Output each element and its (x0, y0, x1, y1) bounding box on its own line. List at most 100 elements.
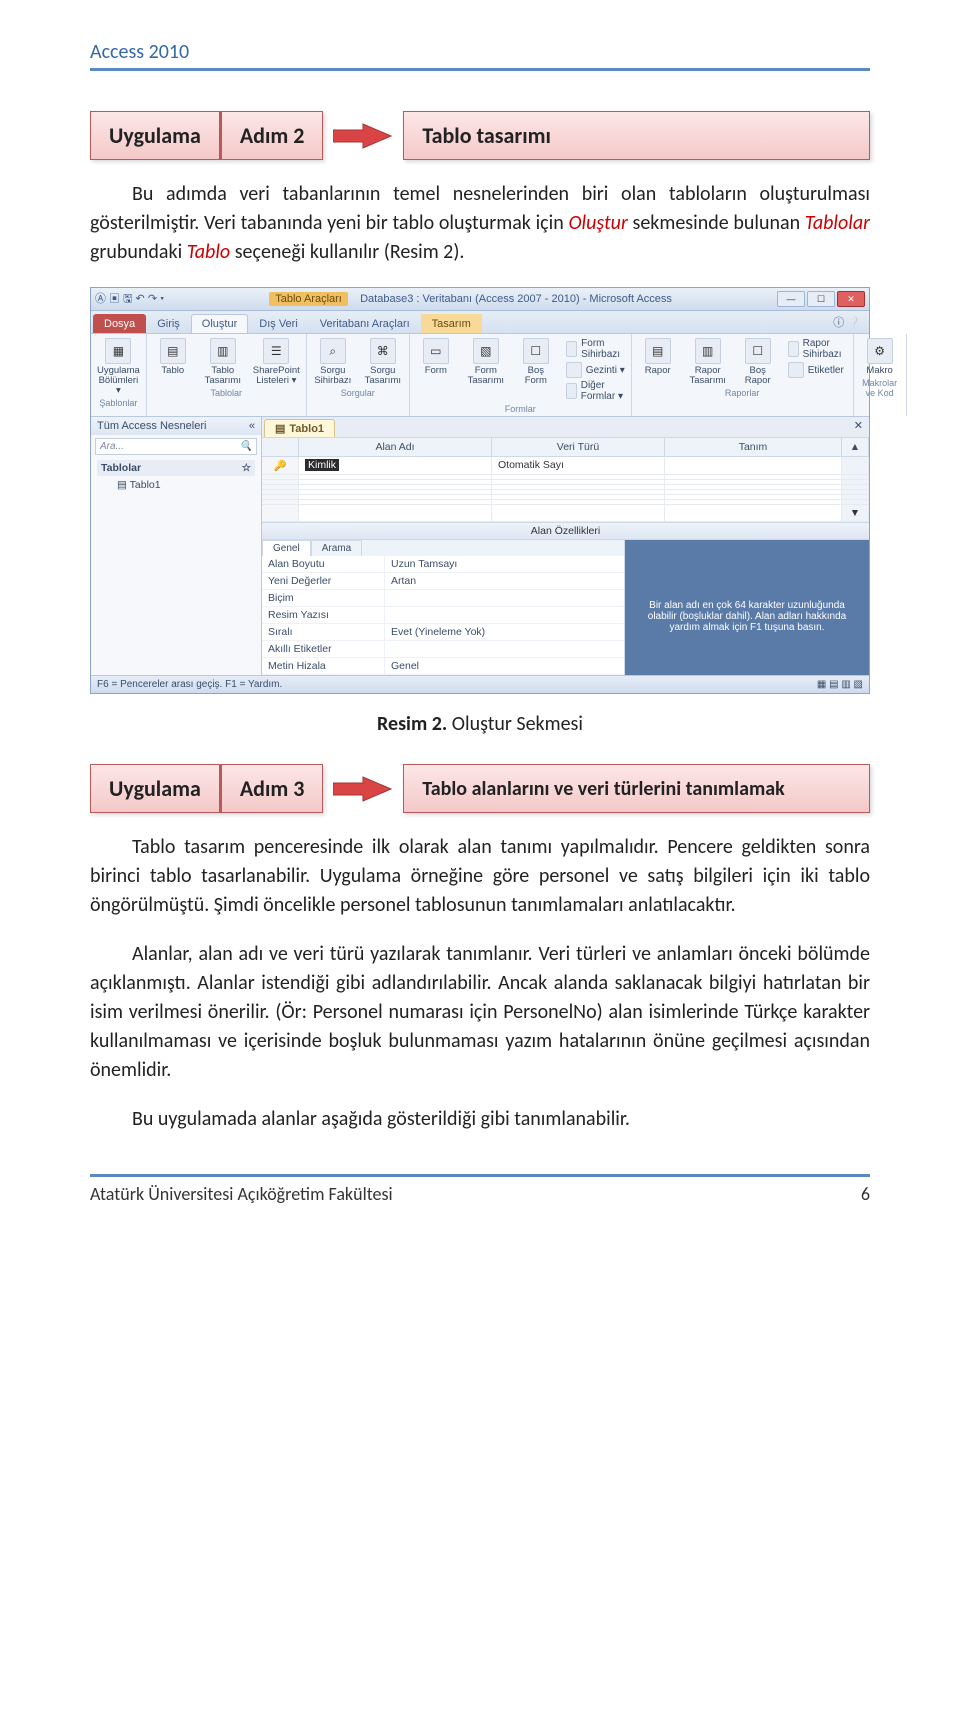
fp-row[interactable]: Resim Yazısı (262, 607, 624, 624)
field-properties-header: Alan Özellikleri (262, 522, 869, 540)
help-icon[interactable]: ⓘ ❔ (825, 311, 869, 333)
tab-design[interactable]: Tasarım (421, 314, 482, 333)
access-window: Ⓐ ▣ 🖫 ↶ ↷ ▾ Tablo Araçları Database3 : V… (90, 287, 870, 694)
scroll-up-icon[interactable]: ▲ (842, 438, 869, 456)
fp-row[interactable]: Alan BoyutuUzun Tamsayı (262, 556, 624, 573)
group-macros-caption: Makrolar ve Kod (860, 378, 900, 398)
tab-home[interactable]: Giriş (146, 314, 191, 333)
para1-text-c: grubundaki (90, 240, 187, 264)
view-switcher-icons[interactable]: ▦ ▤ ▥ ▧ (817, 679, 863, 690)
form-wizard-button[interactable]: Form Sihirbazı (566, 338, 625, 360)
group-macros: ⚙Makro Makrolar ve Kod (854, 334, 907, 416)
context-tab-group: Tablo Araçları (269, 292, 348, 306)
content-area: Tüm Access Nesneleri« Ara...🔍 Tablolar☆ … (91, 417, 869, 675)
arrow-icon (323, 111, 403, 160)
report-button[interactable]: ▤Rapor (638, 338, 678, 386)
field-name-value[interactable]: Kimlik (305, 459, 339, 471)
paragraph-1: Bu adımda veri tabanlarının temel nesnel… (90, 180, 870, 267)
fp-row[interactable]: Biçim (262, 590, 624, 607)
paragraph-3: Alanlar, alan adı ve veri türü yazılarak… (90, 940, 870, 1085)
paragraph-4: Bu uygulamada alanlar aşağıda gösterildi… (90, 1105, 870, 1134)
sharepoint-lists-button[interactable]: ☰SharePoint Listeleri ▾ (253, 338, 300, 386)
qat-icons[interactable]: Ⓐ ▣ 🖫 ↶ ↷ ▾ (95, 290, 164, 309)
status-bar: F6 = Pencereler arası geçiş. F1 = Yardım… (91, 675, 869, 693)
nav-group-tables[interactable]: Tablolar☆ (97, 460, 255, 476)
navigation-pane: Tüm Access Nesneleri« Ara...🔍 Tablolar☆ … (91, 417, 262, 675)
blank-form-button[interactable]: ☐Boş Form (516, 338, 556, 402)
scroll-down-icon[interactable]: ▼ (842, 505, 869, 521)
description-value[interactable] (665, 457, 842, 474)
group-queries: ⌕Sorgu Sihirbazı ⌘Sorgu Tasarımı Sorgula… (307, 334, 410, 416)
search-icon: 🔍 (240, 441, 252, 452)
report-design-button[interactable]: ▥Rapor Tasarımı (688, 338, 728, 386)
callout-label: Uygulama (90, 111, 220, 160)
form-design-button[interactable]: ▧Form Tasarımı (466, 338, 506, 402)
nav-header[interactable]: Tüm Access Nesneleri« (91, 417, 261, 435)
group-templates: ▦Uygulama Bölümleri ▾ Şablonlar (91, 334, 147, 416)
more-forms-button[interactable]: Diğer Formlar ▾ (566, 380, 625, 402)
form-button[interactable]: ▭Form (416, 338, 456, 402)
object-tab-table1[interactable]: ▤Tablo1 (264, 419, 335, 437)
callout-target: Tablo alanlarını ve veri türlerini tanım… (403, 764, 870, 813)
page-footer: Atatürk Üniversitesi Açıköğretim Fakülte… (90, 1183, 870, 1205)
group-tables: ▤Tablo ▥Tablo Tasarımı ☰SharePoint Liste… (147, 334, 307, 416)
para1-text-b: sekmesinde bulunan (628, 211, 805, 235)
callout-step-2: Uygulama Adım 2 Tablo tasarımı (90, 111, 870, 160)
arrow-icon (323, 764, 403, 813)
work-area: ▤Tablo1 ✕ Alan Adı Veri Türü Tanım ▲ 🔑 K… (262, 417, 869, 675)
group-reports: ▤Rapor ▥Rapor Tasarımı ☐Boş Rapor Rapor … (632, 334, 854, 416)
query-wizard-button[interactable]: ⌕Sorgu Sihirbazı (313, 338, 353, 386)
app-parts-button[interactable]: ▦Uygulama Bölümleri ▾ (97, 338, 140, 396)
table-button[interactable]: ▤Tablo (153, 338, 193, 386)
maximize-button[interactable]: ☐ (807, 291, 835, 307)
callout-step-3: Uygulama Adım 3 Tablo alanlarını ve veri… (90, 764, 870, 813)
close-button[interactable]: ✕ (837, 291, 865, 307)
navigation-button[interactable]: Gezinti ▾ (566, 362, 625, 378)
group-queries-caption: Sorgular (313, 388, 403, 398)
table-icon: ▤ (275, 422, 285, 435)
fp-tab-general[interactable]: Genel (262, 540, 311, 556)
fp-row[interactable]: Yeni DeğerlerArtan (262, 573, 624, 590)
group-templates-caption: Şablonlar (97, 398, 140, 408)
fp-row[interactable]: Akıllı Etiketler (262, 641, 624, 658)
callout-step: Adım 3 (220, 764, 324, 813)
minimize-button[interactable]: — (777, 291, 805, 307)
fp-tab-lookup[interactable]: Arama (311, 540, 362, 556)
query-design-button[interactable]: ⌘Sorgu Tasarımı (363, 338, 403, 386)
fp-row[interactable]: Metin HizalaGenel (262, 658, 624, 675)
ribbon-body: ▦Uygulama Bölümleri ▾ Şablonlar ▤Tablo ▥… (91, 334, 869, 417)
design-row-0[interactable]: 🔑 Kimlik Otomatik Sayı (262, 457, 869, 475)
macro-button[interactable]: ⚙Makro (860, 338, 900, 376)
blank-report-button[interactable]: ☐Boş Rapor (738, 338, 778, 386)
footer-page-number: 6 (861, 1183, 870, 1205)
paragraph-2: Tablo tasarım penceresinde ilk olarak al… (90, 833, 870, 920)
close-object-icon[interactable]: ✕ (848, 417, 869, 437)
col-data-type[interactable]: Veri Türü (492, 438, 665, 456)
footer-rule (90, 1174, 870, 1177)
nav-item-table1[interactable]: ▤ Tablo1 (97, 476, 255, 494)
col-description[interactable]: Tanım (665, 438, 842, 456)
para1-olustur: Oluştur (568, 211, 627, 235)
tab-file[interactable]: Dosya (93, 314, 146, 333)
page-header-title: Access 2010 (90, 40, 870, 64)
group-tables-caption: Tablolar (153, 388, 300, 398)
tab-database-tools[interactable]: Veritabanı Araçları (309, 314, 421, 333)
para1-tablo: Tablo (187, 240, 230, 264)
callout-label: Uygulama (90, 764, 220, 813)
fp-row[interactable]: SıralıEvet (Yineleme Yok) (262, 624, 624, 641)
tab-create[interactable]: Oluştur (191, 314, 248, 333)
para1-tablolar: Tablolar (805, 211, 870, 235)
nav-search-input[interactable]: Ara...🔍 (95, 438, 257, 455)
table-design-button[interactable]: ▥Tablo Tasarımı (203, 338, 243, 386)
tab-external-data[interactable]: Dış Veri (248, 314, 309, 333)
data-type-value[interactable]: Otomatik Sayı (492, 457, 665, 474)
para1-text-d: seçeneği kullanılır (Resim 2). (230, 240, 464, 264)
group-reports-caption: Raporlar (638, 388, 847, 398)
field-properties-grid: Alan BoyutuUzun Tamsayı Yeni DeğerlerArt… (262, 556, 624, 675)
labels-button[interactable]: Etiketler (788, 362, 847, 378)
primary-key-icon: 🔑 (273, 460, 286, 472)
chevron-left-icon[interactable]: « (249, 420, 255, 432)
design-row-empty[interactable]: ▼ (262, 505, 869, 522)
report-wizard-button[interactable]: Rapor Sihirbazı (788, 338, 847, 360)
col-field-name[interactable]: Alan Adı (299, 438, 492, 456)
